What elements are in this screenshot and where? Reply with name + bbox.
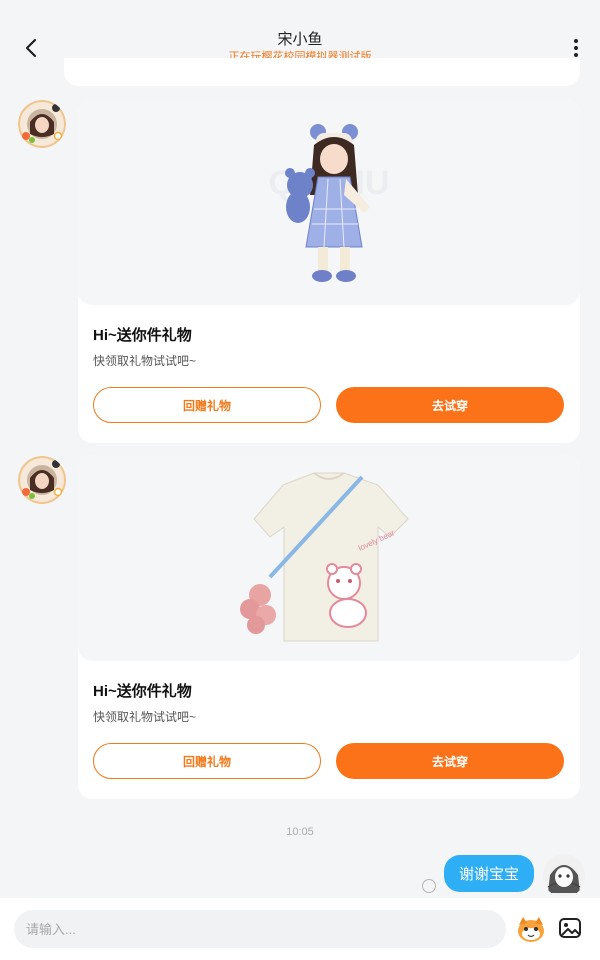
message-timestamp: 10:05	[286, 826, 314, 838]
gift-image[interactable]: lovely bear	[78, 455, 580, 661]
gift-title: Hi~送你件礼物	[93, 327, 192, 344]
gift-image[interactable]: QIUQIU	[78, 99, 580, 305]
sender-avatar[interactable]	[18, 456, 66, 504]
emoji-icon[interactable]	[515, 915, 547, 943]
my-message-bubble[interactable]: 谢谢宝宝	[444, 855, 535, 892]
chat-title: 宋小鱼	[277, 31, 323, 48]
message-input[interactable]	[14, 910, 506, 948]
my-avatar[interactable]	[542, 853, 586, 897]
tshirt-dress-illustration: lovely bear	[240, 472, 409, 642]
gift-title: Hi~送你件礼物	[93, 683, 192, 700]
image-icon[interactable]	[558, 916, 582, 940]
message-status-icon	[422, 879, 436, 893]
gift-subtitle: 快领取礼物试试吧~	[93, 354, 197, 368]
try-on-button[interactable]: 去试穿	[336, 387, 564, 423]
try-on-button[interactable]: 去试穿	[336, 743, 564, 779]
gift-message-card: QIUQIU	[78, 99, 580, 443]
previous-message-card	[64, 58, 580, 86]
sender-avatar[interactable]	[18, 100, 66, 148]
gift-message-card: lovely bear Hi~送你件礼物 快领取礼物试试吧~ 回赠礼物 去试穿	[78, 455, 580, 799]
return-gift-button[interactable]: 回赠礼物	[93, 743, 321, 779]
input-bar	[0, 898, 600, 960]
gift-subtitle: 快领取礼物试试吧~	[93, 710, 197, 724]
return-gift-button[interactable]: 回赠礼物	[93, 387, 321, 423]
outfit-figure-illustration: QIUQIU	[269, 124, 389, 282]
